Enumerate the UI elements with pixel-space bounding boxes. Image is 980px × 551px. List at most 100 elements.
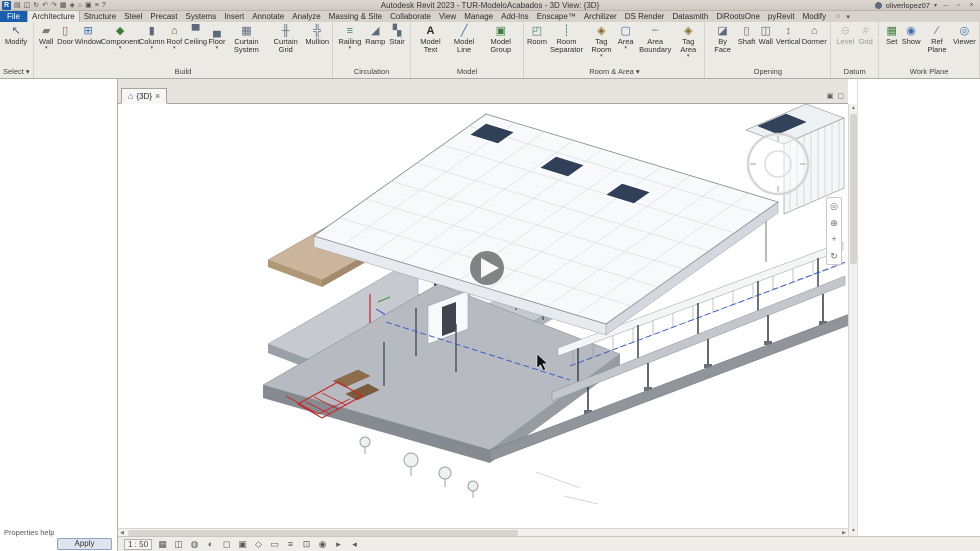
drawing-area[interactable]: ◎ ⊕ + ↻ bbox=[118, 104, 848, 528]
set-button[interactable]: ▦ Set bbox=[882, 23, 901, 52]
tab-add-ins[interactable]: Add-Ins bbox=[497, 11, 533, 22]
curtain-system-button[interactable]: ▦ Curtain System bbox=[226, 23, 266, 60]
crop-region-icon[interactable]: ▣ bbox=[237, 539, 248, 550]
3d-view-canvas[interactable] bbox=[118, 104, 848, 528]
tab-analyze[interactable]: Analyze bbox=[288, 11, 324, 22]
temporary-hide-icon[interactable]: ▭ bbox=[269, 539, 280, 550]
area-button[interactable]: ▢ Area ▾ bbox=[616, 23, 635, 52]
scale-button[interactable]: 1 : 50 bbox=[124, 538, 153, 550]
properties-help-link[interactable]: Properties help bbox=[4, 528, 54, 537]
shaft-button[interactable]: ▯ Shaft bbox=[737, 23, 757, 52]
vertical-opening-button[interactable]: ↕ Vertical bbox=[775, 23, 801, 52]
print-icon[interactable]: ▦ bbox=[60, 1, 67, 10]
tab-collaborate[interactable]: Collaborate bbox=[386, 11, 435, 22]
tab-steel[interactable]: Steel bbox=[120, 11, 146, 22]
viewer-button[interactable]: ◎ Viewer bbox=[953, 23, 976, 52]
door-button[interactable]: ▯ Door bbox=[56, 23, 75, 52]
constraints-icon[interactable]: ◉ bbox=[317, 539, 328, 550]
modify-button[interactable]: ↖ Modify bbox=[3, 23, 29, 52]
video-play-button[interactable] bbox=[470, 251, 504, 285]
wall-button[interactable]: ▰ Wall ▾ bbox=[37, 23, 56, 52]
tab-view[interactable]: View bbox=[435, 11, 460, 22]
open-icon[interactable]: ▤ bbox=[14, 1, 21, 10]
analytical-model-icon[interactable]: ⊡ bbox=[301, 539, 312, 550]
wall-opening-button[interactable]: ◫ Wall bbox=[756, 23, 775, 52]
detail-level-icon[interactable]: ▦ bbox=[157, 539, 168, 550]
view-tab-3d[interactable]: ⌂ {3D} × bbox=[121, 88, 168, 104]
undo-icon[interactable]: ↶ bbox=[42, 1, 48, 10]
save-icon[interactable]: ◫ bbox=[24, 1, 31, 10]
tab-precast[interactable]: Precast bbox=[146, 11, 181, 22]
horizontal-scrollbar[interactable]: ◀ ▶ bbox=[118, 528, 848, 536]
tag-icon[interactable]: ◈ bbox=[70, 1, 75, 10]
visual-style-icon[interactable]: ◫ bbox=[173, 539, 184, 550]
ribbon-options-icon[interactable]: ○ bbox=[836, 13, 840, 20]
3d-lock-icon[interactable]: ◇ bbox=[253, 539, 264, 550]
thin-lines-icon[interactable]: ≡ bbox=[95, 1, 99, 10]
pan-icon[interactable]: + bbox=[831, 232, 836, 246]
file-menu-button[interactable]: File bbox=[0, 11, 27, 22]
tab-modify[interactable]: Modify bbox=[799, 11, 831, 22]
sun-path-icon[interactable]: ◍ bbox=[189, 539, 200, 550]
orbit-icon[interactable]: ↻ bbox=[830, 249, 838, 263]
model-line-button[interactable]: ╱ Model Line bbox=[447, 23, 481, 60]
tab-massing-site[interactable]: Massing & Site bbox=[325, 11, 386, 22]
zoom-icon[interactable]: ⊕ bbox=[830, 216, 838, 230]
tab-systems[interactable]: Systems bbox=[182, 11, 221, 22]
model-text-button[interactable]: A Model Text bbox=[414, 23, 447, 60]
sync-icon[interactable]: ↻ bbox=[33, 1, 39, 10]
panel-label-select[interactable]: Select ▾ bbox=[3, 66, 30, 78]
tag-room-button[interactable]: ◈ Tag Room ▾ bbox=[586, 23, 616, 60]
by-face-button[interactable]: ◪ By Face bbox=[708, 23, 736, 60]
vertical-scrollbar[interactable]: ▲ ▼ bbox=[848, 104, 857, 536]
window-button[interactable]: ⊞ Window bbox=[75, 23, 102, 52]
tab-structure[interactable]: Structure bbox=[80, 11, 120, 22]
roof-button[interactable]: ⌂ Roof ▾ bbox=[165, 23, 184, 52]
panel-label-room-area[interactable]: Room & Area ▾ bbox=[527, 66, 701, 78]
shadows-icon[interactable]: ◐ bbox=[205, 539, 216, 549]
grid-button[interactable]: # Grid bbox=[856, 23, 875, 52]
railing-button[interactable]: ≡ Railing ▾ bbox=[336, 23, 363, 52]
tab-manage[interactable]: Manage bbox=[460, 11, 497, 22]
user-menu-caret-icon[interactable]: ▾ bbox=[934, 2, 937, 9]
tab-datasmith[interactable]: Datasmith bbox=[668, 11, 712, 22]
tab-list-icon[interactable]: ▣ bbox=[827, 92, 834, 100]
room-button[interactable]: ◰ Room bbox=[527, 23, 547, 52]
tab-pyrevit[interactable]: pyRevit bbox=[764, 11, 799, 22]
tab-layout-icon[interactable]: ▢ bbox=[837, 92, 844, 100]
tab-insert[interactable]: Insert bbox=[220, 11, 248, 22]
ref-plane-button[interactable]: ∕ Ref Plane bbox=[921, 23, 953, 60]
restore-button[interactable]: ▫ bbox=[954, 2, 963, 9]
floor-button[interactable]: ▄ Floor ▾ bbox=[207, 23, 226, 52]
account-area[interactable]: oliverlopez07 ▾ – ▫ × bbox=[874, 1, 980, 10]
crop-view-icon[interactable]: ◻ bbox=[221, 539, 232, 550]
collapse-icon[interactable]: ◂ bbox=[349, 539, 360, 550]
tab-ds-render[interactable]: DS Render bbox=[621, 11, 669, 22]
ramp-button[interactable]: ◢ Ramp bbox=[363, 23, 387, 52]
revit-logo-icon[interactable]: R bbox=[2, 0, 11, 10]
component-button[interactable]: ◆ Component ▾ bbox=[101, 23, 140, 52]
tab-annotate[interactable]: Annotate bbox=[248, 11, 288, 22]
expand-icon[interactable]: ▸ bbox=[333, 539, 344, 550]
redo-icon[interactable]: ↷ bbox=[51, 1, 57, 10]
show-button[interactable]: ◉ Show bbox=[901, 23, 921, 52]
column-button[interactable]: ▮ Column ▾ bbox=[139, 23, 165, 52]
tab-archilizer[interactable]: Archilizer bbox=[580, 11, 621, 22]
level-button[interactable]: ⊖ Level bbox=[834, 23, 856, 52]
curtain-grid-button[interactable]: ╫ Curtain Grid bbox=[266, 23, 305, 60]
model-group-button[interactable]: ▣ Model Group bbox=[481, 23, 520, 60]
room-separator-button[interactable]: ┊ Room Separator bbox=[546, 23, 586, 60]
stair-button[interactable]: ▚ Stair bbox=[387, 23, 406, 52]
default-3d-view-icon[interactable]: ⌂ bbox=[78, 1, 82, 10]
tag-area-button[interactable]: ◈ Tag Area ▾ bbox=[675, 23, 701, 60]
close-button[interactable]: × bbox=[967, 2, 976, 9]
ceiling-button[interactable]: ▀ Ceiling bbox=[184, 23, 208, 52]
tab-dirootsone[interactable]: DiRootsOne bbox=[712, 11, 764, 22]
dormer-button[interactable]: ⌂ Dormer bbox=[801, 23, 827, 52]
steering-wheel-icon[interactable]: ◎ bbox=[830, 199, 838, 213]
section-icon[interactable]: ▣ bbox=[85, 1, 92, 10]
ribbon-collapse-caret-icon[interactable]: ▾ bbox=[846, 13, 850, 21]
vertical-scroll-thumb[interactable] bbox=[850, 114, 857, 264]
area-boundary-button[interactable]: ┄ Area Boundary bbox=[635, 23, 675, 60]
apply-button[interactable]: Apply bbox=[57, 538, 112, 550]
